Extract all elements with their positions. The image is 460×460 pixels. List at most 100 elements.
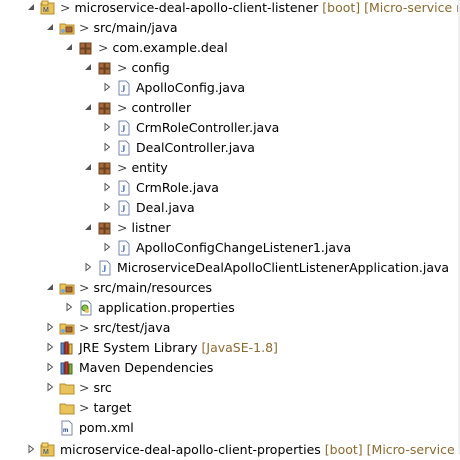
tree-item[interactable]: application.properties [0, 298, 460, 318]
expand-arrow-icon[interactable] [102, 242, 112, 252]
tree-item-label: > src/main/java [79, 20, 178, 36]
no-arrow-icon [45, 422, 55, 432]
expand-arrow-icon[interactable] [45, 362, 55, 372]
tree-item-label: > src/main/resources [79, 280, 212, 296]
tree-item-label: > com.example.deal [98, 40, 228, 56]
expand-arrow-icon[interactable] [102, 142, 112, 152]
git-change-marker: > [79, 320, 90, 335]
package-icon [97, 160, 113, 176]
tree-item[interactable]: > config [0, 58, 460, 78]
project-explorer-tree: M > microservice-deal-apollo-client-listen… [0, 0, 460, 457]
tree-item-name: controller [131, 100, 192, 115]
tree-item[interactable]: Mmicroservice-deal-apollo-client-propert… [0, 440, 460, 460]
tree-item[interactable]: J MicroserviceDealApolloClientListenerApp… [0, 258, 460, 278]
tree-item[interactable]: J CrmRole.java [0, 178, 460, 198]
svg-text:M: M [43, 7, 49, 14]
tree-item-name: CrmRoleController.java [136, 120, 280, 135]
tree-item[interactable]: > target [0, 398, 460, 418]
folder-icon [59, 380, 75, 396]
collapse-arrow-icon[interactable] [45, 282, 55, 292]
git-change-marker: > [117, 160, 128, 175]
collapse-arrow-icon[interactable] [83, 102, 93, 112]
no-arrow-icon [45, 402, 55, 412]
properties-file-icon [78, 300, 94, 316]
tree-item-name: src/main/java [93, 20, 178, 35]
library-icon [59, 340, 75, 356]
tree-item[interactable]: J ApolloConfigChangeListener1.java [0, 238, 460, 258]
tree-item-name: entity [131, 160, 168, 175]
package-icon [97, 60, 113, 76]
expand-arrow-icon[interactable] [64, 302, 74, 312]
tree-item[interactable]: J Deal.java [0, 198, 460, 218]
svg-text:m: m [63, 428, 68, 434]
tree-item-name: CrmRole.java [136, 180, 219, 195]
tree-item-label: MicroserviceDealApolloClientListenerAppl… [117, 260, 449, 276]
expand-arrow-icon[interactable] [102, 82, 112, 92]
tree-item-decoration: [JavaSE-1.8] [201, 340, 278, 355]
tree-item-name: listner [131, 220, 171, 235]
git-change-marker: > [117, 220, 128, 235]
expand-arrow-icon[interactable] [45, 382, 55, 392]
maven-project-icon: M [40, 0, 56, 16]
tree-item[interactable]: > src/main/java [0, 18, 460, 38]
tree-item-name: src/test/java [93, 320, 171, 335]
collapse-arrow-icon[interactable] [83, 62, 93, 72]
tree-item-label: > microservice-deal-apollo-client-listene… [60, 0, 460, 16]
tree-item[interactable]: JRE System Library [JavaSE-1.8] [0, 338, 460, 358]
source-folder-icon [59, 280, 75, 296]
tree-item-name: target [93, 400, 132, 415]
tree-item[interactable]: > controller [0, 98, 460, 118]
package-icon [97, 220, 113, 236]
tree-item[interactable]: > src [0, 378, 460, 398]
svg-text:J: J [102, 264, 107, 274]
expand-arrow-icon[interactable] [45, 342, 55, 352]
svg-text:J: J [121, 244, 126, 254]
collapse-arrow-icon[interactable] [45, 22, 55, 32]
tree-item-label: CrmRole.java [136, 180, 219, 196]
tree-item[interactable]: > listner [0, 218, 460, 238]
tree-item-name: ApolloConfig.java [136, 80, 245, 95]
folder-icon [59, 400, 75, 416]
tree-item[interactable]: J DealController.java [0, 138, 460, 158]
collapse-arrow-icon[interactable] [83, 222, 93, 232]
git-change-marker: > [79, 20, 90, 35]
tree-item-label: Maven Dependencies [79, 360, 213, 376]
tree-item-name: JRE System Library [79, 340, 198, 355]
tree-item-label: > listner [117, 220, 171, 236]
tree-item[interactable]: J ApolloConfig.java [0, 78, 460, 98]
tree-item-name: src/main/resources [93, 280, 212, 295]
tree-item[interactable]: Maven Dependencies [0, 358, 460, 378]
collapse-arrow-icon[interactable] [64, 42, 74, 52]
expand-arrow-icon[interactable] [102, 122, 112, 132]
expand-arrow-icon[interactable] [102, 182, 112, 192]
tree-item-decoration: [boot] [Micro-service maste [322, 0, 460, 15]
svg-text:J: J [121, 184, 126, 194]
tree-item[interactable]: m pom.xml [0, 418, 460, 438]
java-file-icon: J [116, 140, 132, 156]
maven-library-icon [59, 360, 75, 376]
expand-arrow-icon[interactable] [83, 262, 93, 272]
expand-arrow-icon[interactable] [45, 322, 55, 332]
tree-item[interactable]: > entity [0, 158, 460, 178]
java-file-icon: J [97, 260, 113, 276]
tree-item[interactable]: J CrmRoleController.java [0, 118, 460, 138]
tree-item[interactable]: > src/test/java [0, 318, 460, 338]
collapse-arrow-icon[interactable] [83, 162, 93, 172]
tree-item-decoration: [boot] [Micro-service maste [324, 442, 460, 457]
collapse-arrow-icon[interactable] [26, 2, 36, 12]
git-change-marker: > [98, 40, 109, 55]
package-icon [78, 40, 94, 56]
tree-item[interactable]: > com.example.deal [0, 38, 460, 58]
tree-item-name: pom.xml [79, 420, 134, 435]
tree-item-name: microservice-deal-apollo-client-listener [74, 0, 319, 15]
expand-arrow-icon[interactable] [102, 202, 112, 212]
tree-item[interactable]: > src/main/resources [0, 278, 460, 298]
xml-file-icon: m [59, 420, 75, 436]
tree-item-name: Deal.java [136, 200, 195, 215]
git-change-marker: > [117, 60, 128, 75]
java-file-icon: J [116, 80, 132, 96]
git-change-marker: > [79, 380, 90, 395]
git-change-marker: > [79, 400, 90, 415]
tree-item[interactable]: M > microservice-deal-apollo-client-listen… [0, 0, 460, 18]
tree-item-label: ApolloConfig.java [136, 80, 245, 96]
